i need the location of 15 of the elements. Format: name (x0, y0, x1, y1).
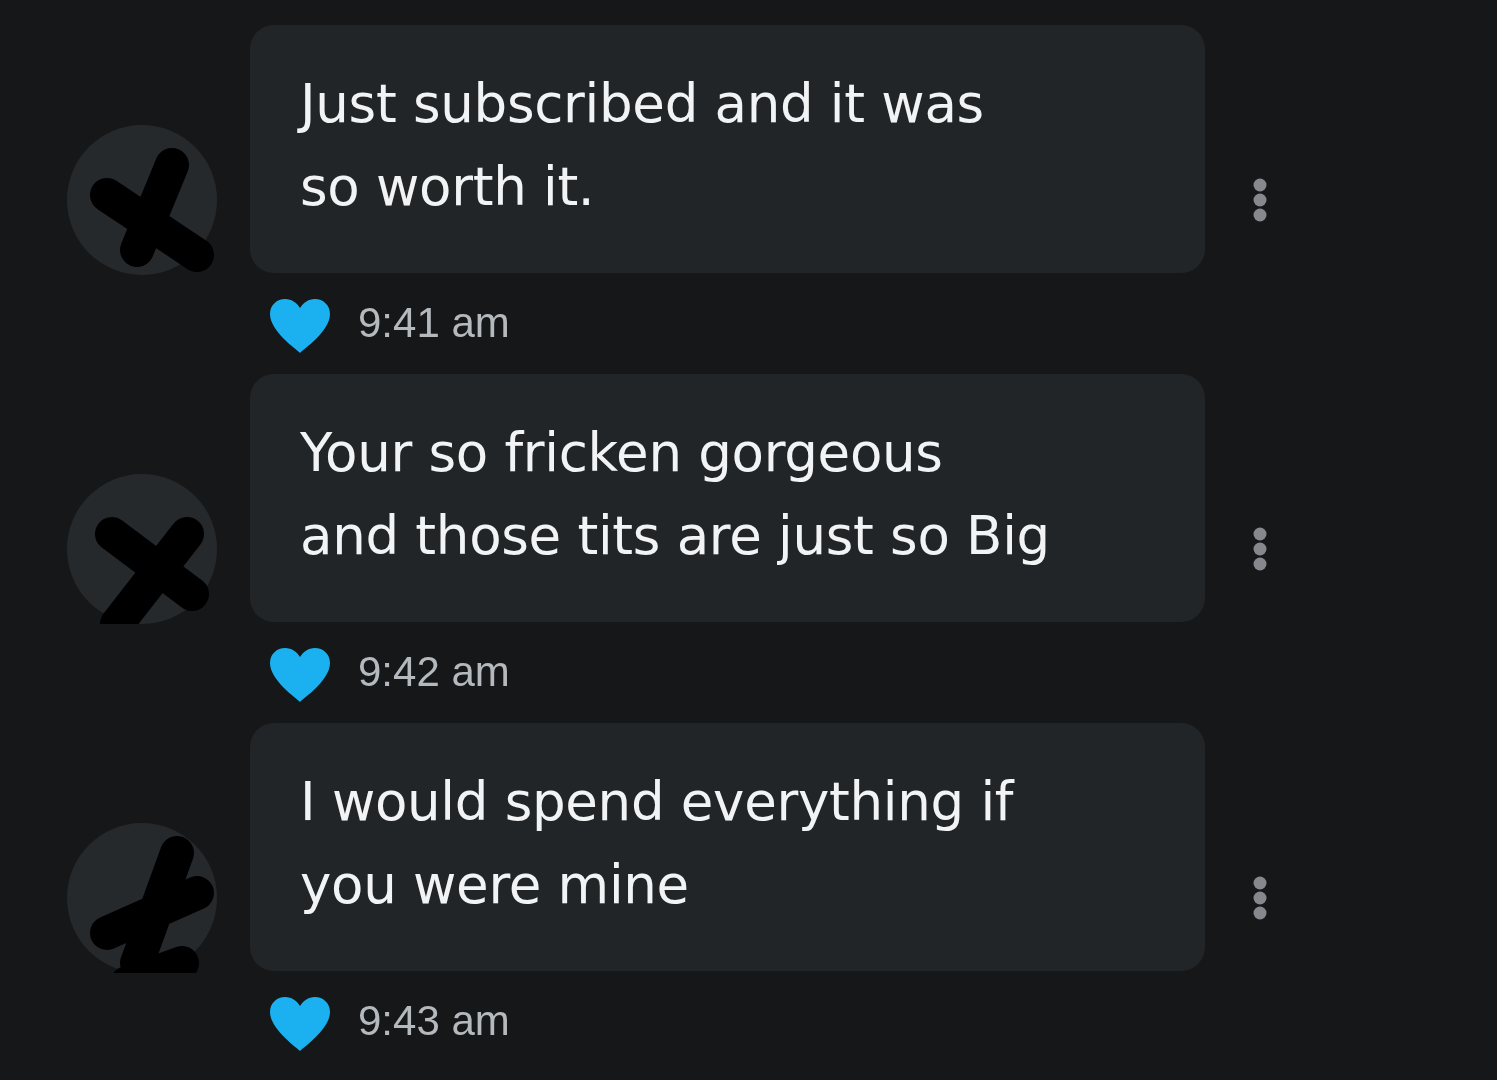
message-time: 9:41 am (358, 300, 510, 347)
scribbled-avatar-icon (67, 125, 217, 275)
message-time: 9:43 am (358, 998, 510, 1045)
heart-icon[interactable] (268, 645, 332, 704)
scribbled-avatar-icon (67, 474, 217, 624)
heart-icon[interactable] (268, 994, 332, 1053)
message-bubble: Just subscribed and it was so worth it. (250, 25, 1205, 273)
heart-icon[interactable] (268, 296, 332, 355)
more-options-icon[interactable] (1252, 527, 1268, 571)
more-options-icon[interactable] (1252, 178, 1268, 222)
message-bubble: Your so fricken gorgeous and those tits are just so Big (250, 374, 1205, 622)
more-options-icon[interactable] (1252, 876, 1268, 920)
message-bubble: I would spend everything if you were mine (250, 723, 1205, 971)
scribbled-avatar-icon (67, 823, 217, 973)
message-time: 9:42 am (358, 649, 510, 696)
